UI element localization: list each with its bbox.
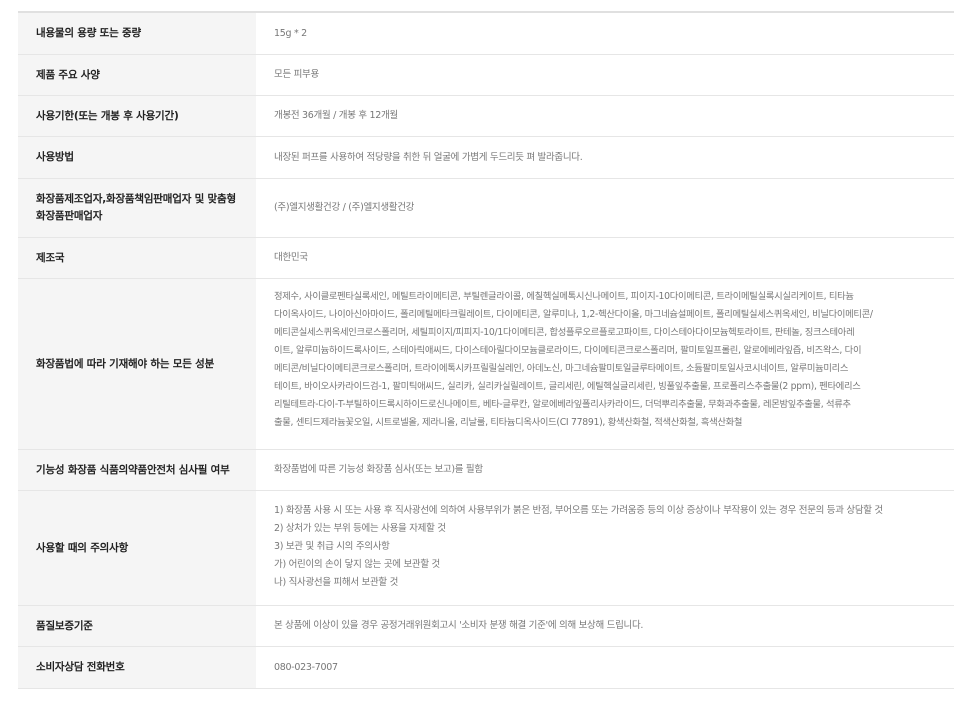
row-label: 기능성 화장품 식품의약품안전처 심사필 여부 <box>18 450 256 490</box>
ingredients-line: 다이옥사이드, 나이아신아마이드, 폴리메틸메타크릴레이트, 다이메티콘, 알루… <box>274 309 873 320</box>
row-label: 사용방법 <box>18 137 256 178</box>
row-label: 내용물의 용량 또는 중량 <box>18 13 256 54</box>
row-value: 모든 피부용 <box>274 69 319 80</box>
table-row: 품질보증기준 본 상품에 이상이 있을 경우 공정거래위원회고시 '소비자 분쟁… <box>18 606 954 647</box>
ingredients-line: 리틸테트라-다이-T-부틸하이드록시하이드로신나메이트, 베타-글루칸, 알로에… <box>274 399 851 410</box>
precaution-line: 가) 어린이의 손이 닿지 않는 곳에 보관할 것 <box>274 559 440 570</box>
product-info-table: 내용물의 용량 또는 중량 15g * 2 제품 주요 사양 모든 피부용 사용… <box>18 11 954 689</box>
table-row: 화장품제조업자,화장품책임판매업자 및 맞춤형 화장품판매업자 (주)엘지생활건… <box>18 179 954 238</box>
row-value: 개봉전 36개월 / 개봉 후 12개월 <box>274 110 398 121</box>
ingredients-line: 이트, 알루미늄하이드록사이드, 스테아릭애씨드, 다이스테아릴다이모늄클로라이… <box>274 345 862 356</box>
row-value: 내장된 퍼프를 사용하여 적당량을 취한 뒤 얼굴에 가볍게 두드리듯 펴 발라… <box>274 151 583 163</box>
row-label: 화장품법에 따라 기재해야 하는 모든 성분 <box>18 279 256 449</box>
table-row: 사용방법 내장된 퍼프를 사용하여 적당량을 취한 뒤 얼굴에 가볍게 두드리듯… <box>18 137 954 179</box>
ingredients-line: 테이트, 바이오사카라이드검-1, 팔미틱애씨드, 실리카, 실리카실릴레이트,… <box>274 381 861 392</box>
row-label-line: 화장품제조업자,화장품책임판매업자 및 맞춤형 <box>36 193 236 205</box>
row-label: 품질보증기준 <box>18 606 256 646</box>
row-label-line: 화장품판매업자 <box>36 210 103 222</box>
ingredients-line: 출물, 센티드제라늄꽃오일, 시트로넬올, 제라니올, 리날룰, 티타늄디옥사이… <box>274 417 743 428</box>
row-value: 화장품법에 따른 기능성 화장품 심사(또는 보고)를 필함 <box>274 464 483 475</box>
precaution-line: 2) 상처가 있는 부위 등에는 사용을 자제할 것 <box>274 523 446 534</box>
row-value: 본 상품에 이상이 있을 경우 공정거래위원회고시 '소비자 분쟁 해결 기준'… <box>274 620 644 631</box>
precautions-value: 1) 화장품 사용 시 또는 사용 후 직사광선에 의하여 사용부위가 붉은 반… <box>256 491 954 605</box>
row-label: 화장품제조업자,화장품책임판매업자 및 맞춤형 화장품판매업자 <box>18 179 256 237</box>
table-row: 사용기한(또는 개봉 후 사용기간) 개봉전 36개월 / 개봉 후 12개월 <box>18 96 954 137</box>
row-value: 080-023-7007 <box>274 661 338 673</box>
precaution-line: 나) 직사광선을 피해서 보관할 것 <box>274 577 399 588</box>
row-value: (주)엘지생활건강 / (주)엘지생활건강 <box>274 202 415 213</box>
table-row: 제품 주요 사양 모든 피부용 <box>18 55 954 96</box>
row-label: 소비자상담 전화번호 <box>18 647 256 688</box>
ingredients-line: 메티콘/비닐다이메티콘크로스폴리머, 트라이에톡시카프릴릴실레인, 아데노신, … <box>274 363 849 374</box>
precaution-line: 3) 보관 및 취급 시의 주의사항 <box>274 541 390 552</box>
row-value: 15g * 2 <box>274 27 307 39</box>
ingredients-value: 정제수, 사이클로펜타실록세인, 메틸트라이메티콘, 부틸렌글라이콜, 에칠헥실… <box>256 279 954 449</box>
table-row: 내용물의 용량 또는 중량 15g * 2 <box>18 13 954 55</box>
ingredients-line: 정제수, 사이클로펜타실록세인, 메틸트라이메티콘, 부틸렌글라이콜, 에칠헥실… <box>274 291 854 302</box>
row-label: 사용기한(또는 개봉 후 사용기간) <box>18 96 256 136</box>
precaution-line: 1) 화장품 사용 시 또는 사용 후 직사광선에 의하여 사용부위가 붉은 반… <box>274 505 883 516</box>
row-label: 제품 주요 사양 <box>18 55 256 95</box>
table-row: 소비자상담 전화번호 080-023-7007 <box>18 647 954 689</box>
table-row: 기능성 화장품 식품의약품안전처 심사필 여부 화장품법에 따른 기능성 화장품… <box>18 450 954 491</box>
table-row: 제조국 대한민국 <box>18 238 954 279</box>
row-label: 사용할 때의 주의사항 <box>18 491 256 605</box>
row-value: 대한민국 <box>274 252 308 263</box>
table-row: 화장품법에 따라 기재해야 하는 모든 성분 정제수, 사이클로펜타실록세인, … <box>18 279 954 450</box>
table-row: 사용할 때의 주의사항 1) 화장품 사용 시 또는 사용 후 직사광선에 의하… <box>18 491 954 606</box>
ingredients-line: 메티콘실세스퀴옥세인크로스폴리머, 세틸피이지/피피지-10/1다이메티콘, 합… <box>274 327 855 338</box>
row-label: 제조국 <box>18 238 256 278</box>
